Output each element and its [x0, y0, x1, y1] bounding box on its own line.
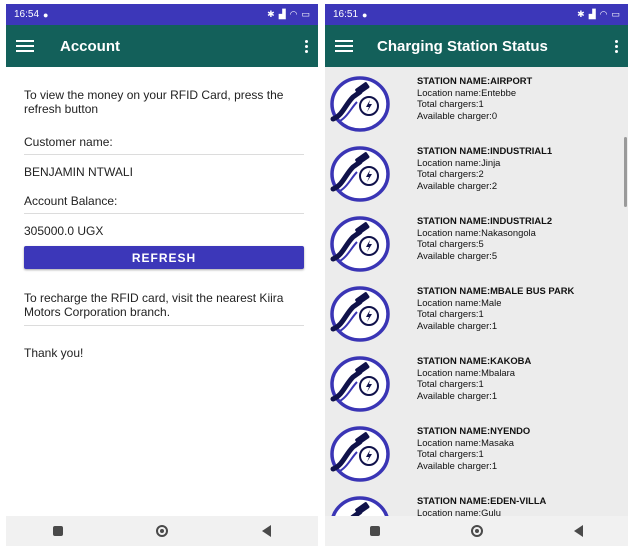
wifi-icon: ◠ — [599, 9, 608, 19]
station-total-chargers: Total chargers:1 — [417, 448, 484, 459]
station-list-item[interactable]: STATION NAME:EDEN-VILLA Location name:Gu… — [325, 491, 622, 516]
station-name: STATION NAME:KAKOBA — [417, 355, 532, 366]
intro-text: To view the money on your RFID Card, pre… — [24, 88, 284, 116]
ev-charger-icon — [325, 211, 395, 277]
bluetooth-icon: ✱ — [267, 9, 275, 19]
system-nav-bar — [6, 516, 318, 546]
notification-icon: ● — [43, 9, 49, 20]
station-available-chargers: Available charger:0 — [417, 109, 498, 121]
account-content: To view the money on your RFID Card, pre… — [24, 67, 304, 360]
ev-charger-icon — [325, 421, 395, 487]
signal-icon: ▟ — [278, 9, 286, 19]
status-bar: 16:54 ● ✱ ▟ ◠ ▭ — [6, 4, 318, 25]
account-screen: 16:54 ● ✱ ▟ ◠ ▭ Account To view the money… — [6, 4, 318, 546]
status-time: 16:51 — [333, 9, 359, 20]
station-info: STATION NAME:NYENDO Location name:Masaka… — [417, 421, 530, 487]
divider — [24, 213, 304, 214]
signal-icon: ▟ — [588, 9, 596, 19]
nav-recents-icon[interactable] — [370, 526, 381, 536]
menu-icon[interactable] — [335, 40, 353, 52]
station-info: STATION NAME:KAKOBA Location name:Mbalar… — [417, 351, 531, 417]
battery-icon: ▭ — [611, 9, 620, 19]
divider — [24, 154, 304, 155]
system-nav-bar — [325, 516, 628, 546]
station-available-chargers: Available charger:2 — [417, 179, 498, 191]
ev-charger-icon — [325, 281, 395, 347]
charging-station-screen: 16:51 ● ✱ ▟ ◠ ▭ Charging Station Status S… — [325, 4, 628, 546]
recharge-info-text: To recharge the RFID card, visit the nea… — [24, 291, 284, 319]
customer-name-value: BENJAMIN NTWALI — [24, 165, 133, 179]
station-available-chargers: Available charger:1 — [417, 389, 498, 401]
nav-home-icon[interactable] — [156, 525, 169, 537]
balance-value: 305000.0 UGX — [24, 224, 104, 238]
station-location: Location name:Entebbe — [417, 86, 517, 98]
scrollbar[interactable] — [624, 137, 627, 207]
station-name: STATION NAME:INDUSTRIAL1 — [417, 145, 553, 156]
station-location: Location name:Mbalara — [417, 366, 515, 378]
station-total-chargers: Total chargers:1 — [417, 378, 484, 389]
station-list-item[interactable]: STATION NAME:NYENDO Location name:Masaka… — [325, 421, 622, 487]
station-total-chargers: Total chargers:1 — [417, 308, 484, 319]
wifi-icon: ◠ — [289, 9, 298, 19]
more-vert-icon[interactable] — [614, 39, 618, 53]
notification-icon: ● — [362, 9, 368, 20]
refresh-button[interactable]: REFRESH — [24, 246, 304, 269]
station-available-chargers: Available charger:5 — [417, 249, 498, 261]
nav-back-icon[interactable] — [262, 525, 272, 537]
ev-charger-icon — [325, 71, 395, 137]
station-list-item[interactable]: STATION NAME:AIRPORT Location name:Enteb… — [325, 71, 622, 137]
station-name: STATION NAME:NYENDO — [417, 425, 531, 436]
station-location: Location name:Gulu — [417, 506, 501, 517]
station-name: STATION NAME:EDEN-VILLA — [417, 495, 547, 506]
station-info: STATION NAME:INDUSTRIAL1 Location name:J… — [417, 141, 552, 207]
ev-charger-icon — [325, 491, 395, 516]
station-list-item[interactable]: STATION NAME:KAKOBA Location name:Mbalar… — [325, 351, 622, 417]
station-name: STATION NAME:AIRPORT — [417, 75, 533, 86]
status-bar: 16:51 ● ✱ ▟ ◠ ▭ — [325, 4, 628, 25]
app-bar: Charging Station Status — [325, 25, 628, 67]
station-info: STATION NAME:AIRPORT Location name:Enteb… — [417, 71, 532, 137]
station-list-item[interactable]: STATION NAME:INDUSTRIAL1 Location name:J… — [325, 141, 622, 207]
station-location: Location name:Male — [417, 296, 502, 308]
divider — [24, 325, 304, 326]
station-name: STATION NAME:MBALE BUS PARK — [417, 285, 575, 296]
app-bar: Account — [6, 25, 318, 67]
thank-you-text: Thank you! — [24, 346, 84, 360]
battery-icon: ▭ — [301, 9, 310, 19]
status-time: 16:54 — [14, 9, 40, 20]
station-location: Location name:Jinja — [417, 156, 501, 168]
nav-back-icon[interactable] — [573, 525, 583, 537]
station-list-item[interactable]: STATION NAME:MBALE BUS PARK Location nam… — [325, 281, 622, 347]
menu-icon[interactable] — [16, 40, 34, 52]
station-location: Location name:Nakasongola — [417, 226, 536, 238]
station-available-chargers: Available charger:1 — [417, 319, 498, 331]
customer-name-label: Customer name: — [24, 135, 113, 149]
station-info: STATION NAME:EDEN-VILLA Location name:Gu… — [417, 491, 546, 516]
more-vert-icon[interactable] — [304, 39, 308, 53]
station-available-chargers: Available charger:1 — [417, 459, 498, 471]
station-info: STATION NAME:INDUSTRIAL2 Location name:N… — [417, 211, 552, 277]
balance-label: Account Balance: — [24, 194, 118, 208]
station-list-item[interactable]: STATION NAME:INDUSTRIAL2 Location name:N… — [325, 211, 622, 277]
nav-home-icon[interactable] — [470, 525, 483, 537]
station-total-chargers: Total chargers:1 — [417, 98, 484, 109]
station-name: STATION NAME:INDUSTRIAL2 — [417, 215, 553, 226]
bluetooth-icon: ✱ — [577, 9, 585, 19]
station-info: STATION NAME:MBALE BUS PARK Location nam… — [417, 281, 574, 347]
station-total-chargers: Total chargers:2 — [417, 168, 484, 179]
station-total-chargers: Total chargers:5 — [417, 238, 484, 249]
station-list[interactable]: STATION NAME:AIRPORT Location name:Enteb… — [325, 67, 628, 516]
page-title: Account — [60, 37, 120, 55]
page-title: Charging Station Status — [377, 37, 548, 55]
ev-charger-icon — [325, 351, 395, 417]
nav-recents-icon[interactable] — [52, 526, 63, 536]
ev-charger-icon — [325, 141, 395, 207]
station-location: Location name:Masaka — [417, 436, 514, 448]
